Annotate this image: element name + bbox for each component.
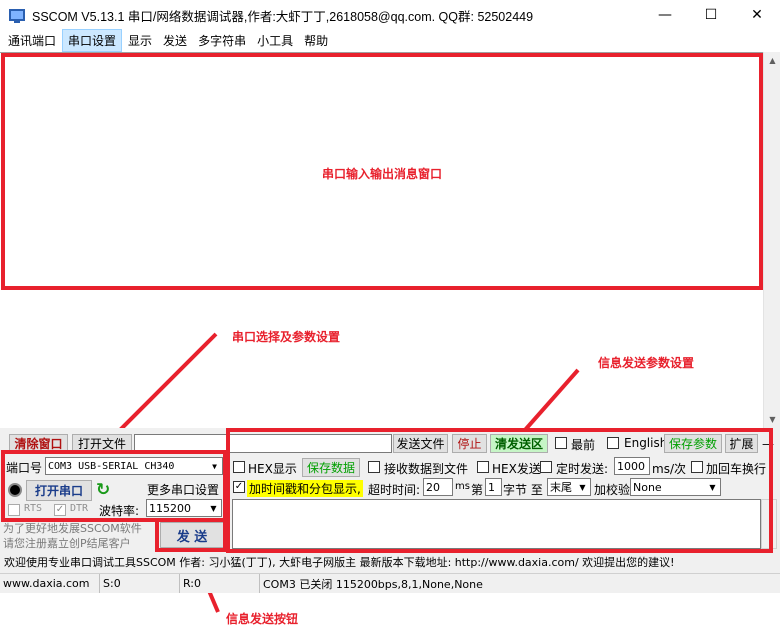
scroll-up-icon[interactable]: ▲	[764, 52, 780, 69]
status-bar: www.daxia.com S:0 R:0 COM3 已关闭 115200bps…	[0, 573, 780, 593]
send-button-caption: 信息发送按钮	[226, 612, 299, 626]
status-sent: S:0	[100, 574, 180, 593]
ticker-text: 欢迎使用专业串口调试工具SSCOM 作者: 习小猛(丁丁), 大虾电子网版主 最…	[4, 556, 675, 569]
scroll-down-icon[interactable]: ▼	[764, 411, 780, 428]
send-settings-caption: 信息发送参数设置	[598, 356, 695, 370]
menu-help[interactable]: 帮助	[299, 30, 333, 51]
menu-bar: 通讯端口 串口设置 显示 发送 多字符串 小工具 帮助	[0, 29, 780, 52]
receive-scrollbar[interactable]: ▲ ▼	[763, 52, 780, 428]
port-settings-caption: 串口选择及参数设置	[232, 330, 341, 344]
promo-line-1: 为了更好地发展SSCOM软件	[3, 522, 142, 535]
status-website[interactable]: www.daxia.com	[0, 574, 100, 593]
promo-line-2: 请您注册嘉立创P结尾客户	[3, 537, 131, 550]
window-title: SSCOM V5.13.1 串口/网络数据调试器,作者:大虾丁丁,2618058…	[32, 9, 534, 24]
send-settings-highlight	[226, 428, 773, 553]
minimize-button[interactable]: —	[642, 0, 688, 30]
menu-display[interactable]: 显示	[123, 30, 157, 51]
menu-tools[interactable]: 小工具	[252, 30, 298, 51]
menu-multi-string[interactable]: 多字符串	[193, 30, 251, 51]
title-bar: SSCOM V5.13.1 串口/网络数据调试器,作者:大虾丁丁,2618058…	[0, 0, 780, 30]
status-received: R:0	[180, 574, 260, 593]
receive-window-caption: 串口输入输出消息窗口	[322, 167, 443, 181]
status-port-state: COM3 已关闭 115200bps,8,1,None,None	[263, 577, 483, 591]
port-settings-highlight	[1, 450, 227, 522]
menu-port-settings[interactable]: 串口设置	[62, 29, 123, 52]
close-button[interactable]: ✕	[734, 0, 780, 30]
ticker-bar: 欢迎使用专业串口调试工具SSCOM 作者: 习小猛(丁丁), 大虾电子网版主 最…	[0, 552, 780, 572]
send-button-highlight	[155, 518, 227, 552]
menu-comm-port[interactable]: 通讯端口	[3, 30, 61, 51]
menu-send[interactable]: 发送	[158, 30, 192, 51]
maximize-button[interactable]: ☐	[688, 0, 734, 30]
app-icon	[9, 9, 25, 23]
